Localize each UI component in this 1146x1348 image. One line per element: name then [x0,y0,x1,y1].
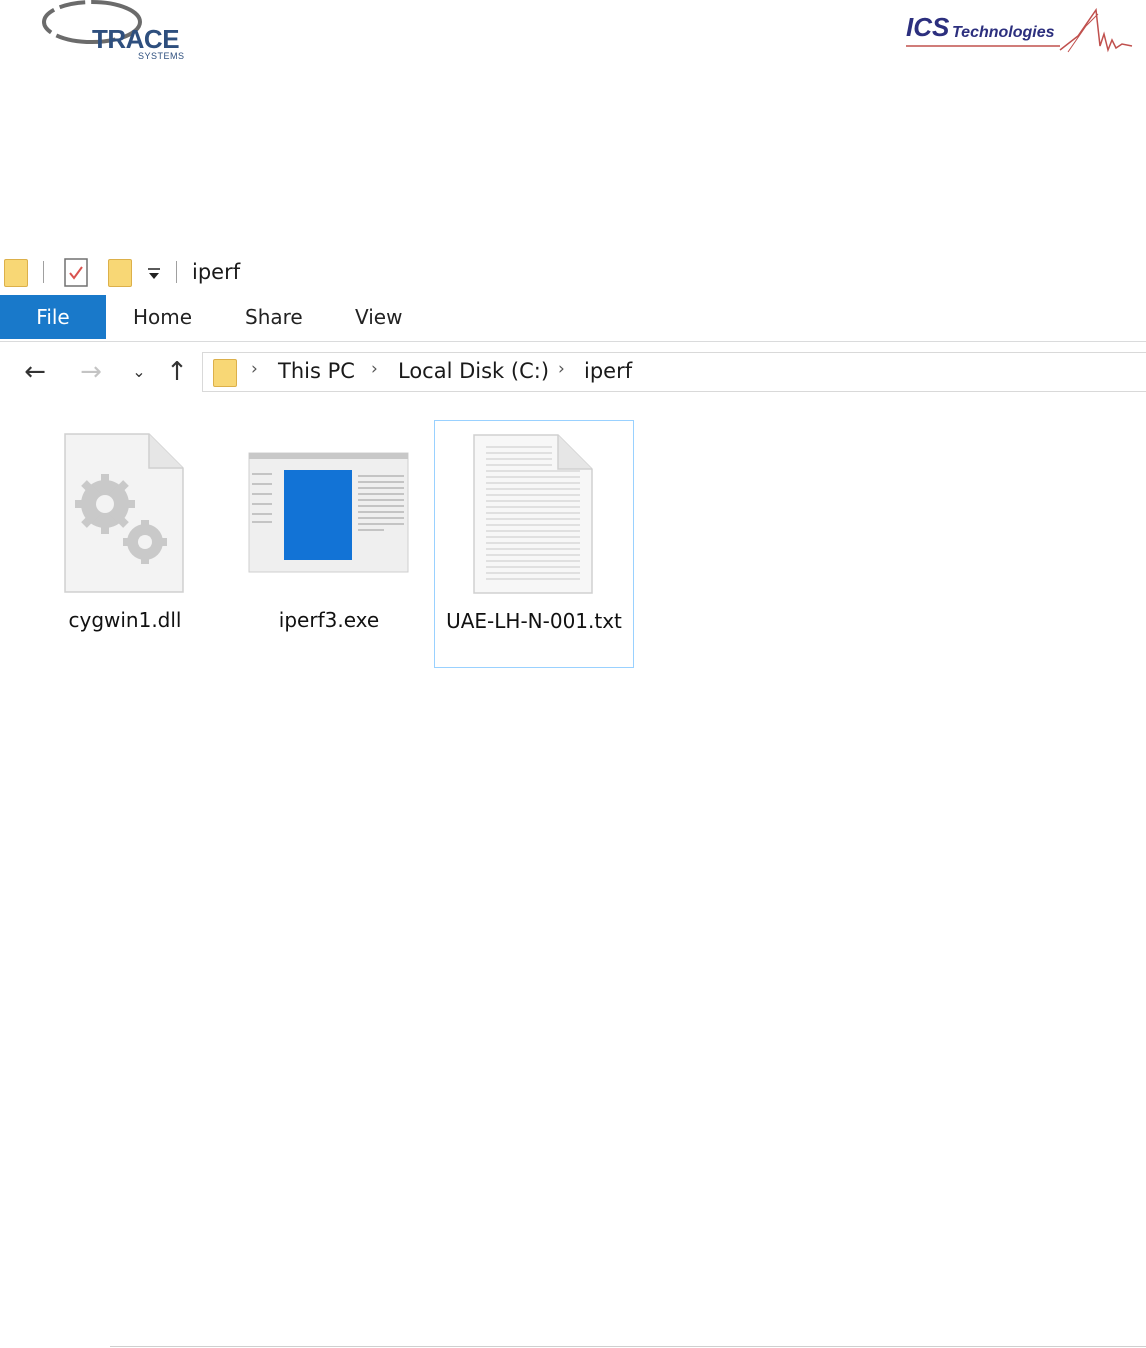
exe-window-thumbnail-icon [248,452,409,573]
dll-gear-file-icon [64,433,184,593]
up-arrow-icon[interactable]: ↑ [160,355,194,389]
file-item-iperf3-exe[interactable]: iperf3.exe [229,420,429,668]
breadcrumb-chevron-icon[interactable]: › [371,359,378,379]
breadcrumb-local-disk[interactable]: Local Disk (C:) [398,359,549,383]
breadcrumb-chevron-icon[interactable]: › [251,359,258,379]
ics-technologies-logo: ICS Technologies [900,6,1135,58]
breadcrumb-iperf[interactable]: iperf [584,359,632,383]
customize-toolbar-dropdown-icon[interactable] [146,266,162,282]
file-item-cygwin1-dll[interactable]: cygwin1.dll [25,420,225,668]
forward-arrow-icon[interactable]: → [74,355,108,389]
breadcrumb-this-pc[interactable]: This PC [278,359,355,383]
toolbar-divider [43,261,44,283]
trace-logo-subtext: SYSTEMS [138,51,185,61]
tab-home[interactable]: Home [133,295,192,339]
breadcrumb-chevron-icon[interactable]: › [558,359,565,379]
file-item-uae-lh-n-001-txt[interactable]: UAE-LH-N-001.txt [434,420,634,668]
folder-icon [4,259,28,287]
tab-view[interactable]: View [355,295,402,339]
tab-share[interactable]: Share [245,295,303,339]
ics-waveform-icon [906,7,1133,53]
window-title: iperf [192,260,241,284]
file-name: iperf3.exe [278,608,380,632]
tab-file[interactable]: File [0,295,106,339]
address-folder-icon [213,359,237,387]
file-name: cygwin1.dll [68,608,182,632]
properties-checkmark-icon[interactable] [64,258,90,288]
quick-access-toolbar: iperf [0,254,1146,294]
back-arrow-icon[interactable]: ← [18,355,52,389]
text-document-icon [473,434,593,594]
navigation-bar: ← → ⌄ ↑ › This PC › Local Disk (C:) › ip… [0,349,1146,395]
new-folder-icon[interactable] [108,259,132,287]
file-name: UAE-LH-N-001.txt [446,609,622,633]
address-bar[interactable]: › This PC › Local Disk (C:) › iperf [202,352,1146,392]
toolbar-divider [176,261,177,283]
page-divider [110,1346,1146,1347]
ribbon-tabs: File Home Share View [0,295,1146,342]
trace-systems-logo: TRACE SYSTEMS [40,0,200,64]
recent-locations-chevron-icon[interactable]: ⌄ [122,355,156,389]
